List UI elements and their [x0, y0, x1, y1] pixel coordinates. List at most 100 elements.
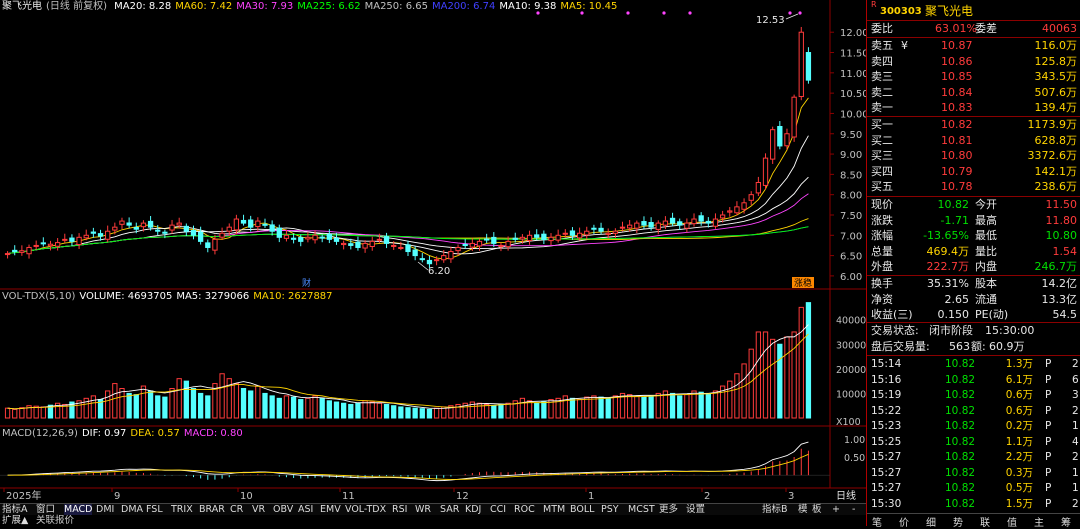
macd-legend: MACD(12,26,9) DIF: 0.97 DEA: 0.57 MACD: 0.8…	[2, 428, 251, 440]
candle	[677, 221, 683, 226]
volume-bar	[183, 380, 189, 419]
tick-price: 10.82	[945, 435, 976, 448]
candle	[519, 236, 526, 240]
macd_legend-legend-item: MACD: 0.80	[183, 428, 243, 439]
bid-volume: 628.8万	[1034, 133, 1078, 147]
candle	[169, 224, 175, 231]
candle	[233, 218, 240, 231]
stat-value: 469.4万	[926, 244, 970, 258]
stat-label: 最高	[975, 213, 997, 227]
bid-row: 买一 10.82 1173.9万	[867, 117, 1080, 133]
tick-row: 15:27 10.82 0.3万 P 1	[867, 465, 1080, 481]
candle	[341, 242, 347, 246]
volume-bar	[705, 392, 711, 419]
stat2-value: 2.65	[944, 292, 970, 306]
candle	[598, 227, 604, 232]
tick-price: 10.82	[945, 451, 976, 463]
volume-bar	[162, 396, 168, 419]
candle	[484, 238, 490, 241]
candle	[655, 222, 661, 230]
candle	[498, 244, 504, 247]
candle	[355, 241, 361, 248]
tick-time: 15:27	[871, 451, 902, 463]
tick-side: P	[1045, 451, 1052, 463]
candle	[619, 226, 626, 229]
volume-bar	[576, 399, 583, 419]
candle	[741, 202, 747, 210]
right-tab-3[interactable]: 势	[953, 514, 963, 529]
tick-time: 15:16	[871, 373, 902, 386]
tick-price: 10.82	[945, 482, 976, 494]
weicha-label: 委差	[975, 22, 997, 35]
tick-row: 15:25 10.82 1.1万 P 4	[867, 434, 1080, 450]
ask-price: 10.83	[941, 101, 973, 115]
ma_legend-legend-item: MA200: 6.74	[431, 1, 496, 12]
candle	[269, 224, 275, 232]
right-tab-2[interactable]: 细	[926, 514, 936, 529]
right-tab-6[interactable]: 主	[1034, 514, 1044, 529]
tick-time: 15:14	[871, 358, 902, 370]
candle	[512, 237, 518, 240]
tick-time: 15:23	[871, 420, 902, 432]
candle	[47, 243, 54, 247]
stat2-label: 流通	[975, 292, 997, 306]
volume-bar	[519, 397, 526, 419]
candle	[398, 246, 404, 249]
vol_legend-legend-item: MA10: 2627887	[253, 291, 333, 302]
volume-bar	[398, 406, 404, 419]
price-tick-label: 9.50	[840, 130, 862, 141]
date-tick-label: 3	[788, 491, 794, 502]
bid-price: 10.80	[941, 149, 973, 163]
bid-price: 10.81	[941, 133, 973, 147]
volume-bar	[40, 406, 46, 419]
volume-bar	[362, 400, 368, 419]
chart-panel[interactable]: 12.00 11.50 11.00 10.50 10.00 9.50 9.00 8.50 8.0…	[0, 0, 866, 504]
stat-label: 总量	[871, 244, 893, 258]
volume-bar	[526, 400, 533, 419]
footer-bar: 扩展▲ 关联报价	[0, 515, 866, 526]
right-tab-7[interactable]: 筹	[1061, 514, 1071, 529]
volume-bar	[383, 403, 390, 419]
candle	[805, 52, 812, 81]
candle	[54, 242, 61, 247]
volume-bar	[298, 399, 304, 419]
tick-time: 15:22	[871, 404, 902, 417]
volume-tick-label: X100	[836, 417, 861, 428]
ma-legend: 聚飞光电 (日线 前复权) MA20: 8.28 MA60: 7.42 MA30: 7…	[2, 1, 625, 13]
volume-bar	[219, 373, 225, 419]
price-tick-label: 8.50	[840, 170, 862, 181]
stat-value: 222.7万	[926, 260, 970, 274]
stat-value: 246.7万	[1034, 260, 1078, 274]
candle	[469, 242, 475, 248]
candle	[255, 220, 261, 228]
stat-value: 1.54	[1052, 244, 1078, 258]
candle	[133, 227, 139, 230]
ask-row: 卖四 10.86 125.8万	[867, 54, 1080, 70]
volume-bar	[355, 402, 361, 419]
candle	[705, 220, 711, 224]
ask-label: 卖四	[871, 54, 893, 68]
expand-button[interactable]: 扩展▲	[2, 515, 28, 526]
low-marker: 6.20	[428, 266, 450, 277]
right-tab-0[interactable]: 笔	[872, 514, 882, 529]
right-tab-1[interactable]: 价	[899, 514, 909, 529]
volume-bar	[233, 383, 240, 419]
tick-time: 15:27	[871, 466, 902, 479]
candle	[276, 227, 282, 238]
candle	[791, 96, 797, 138]
candle	[784, 133, 790, 147]
right-tab-4[interactable]: 联	[980, 514, 990, 529]
bid-price: 10.79	[941, 164, 973, 178]
date-tick-label: 11	[342, 491, 355, 502]
stat2-value: 14.2亿	[1041, 277, 1078, 290]
volume-bar	[569, 397, 576, 419]
tick-row: 15:27 10.82 0.5万 P 1	[867, 480, 1080, 496]
stat2-value: 0.150	[937, 308, 970, 322]
volume-bar	[605, 397, 611, 419]
right-tab-5[interactable]: 值	[1007, 514, 1017, 529]
tick-volume: 0.2万	[1005, 420, 1033, 432]
related-quote-button[interactable]: 关联报价	[36, 515, 74, 526]
price-tick-label: 9.00	[840, 150, 862, 161]
ma_legend-legend-item: MA250: 6.65	[364, 1, 428, 12]
candle	[283, 234, 290, 239]
